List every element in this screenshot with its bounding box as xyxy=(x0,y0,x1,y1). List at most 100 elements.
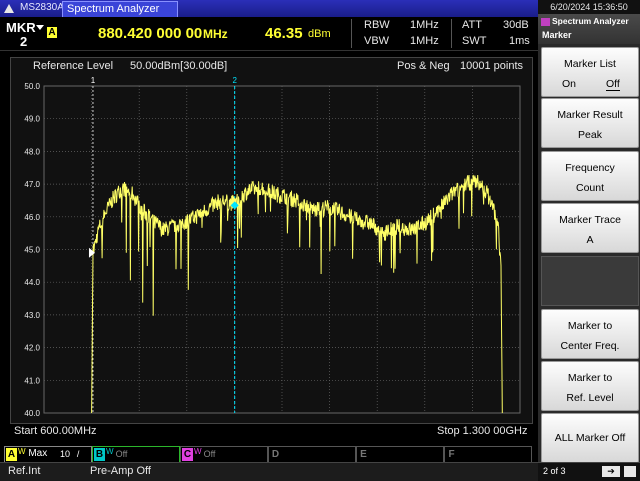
marker-label: MKR xyxy=(6,20,36,35)
vbw-label: VBW xyxy=(364,35,390,47)
trace-b-sub: W xyxy=(106,447,114,456)
all-marker-off-button[interactable]: ALL Marker Off xyxy=(541,413,639,463)
vbw-value: 1MHz xyxy=(410,35,439,47)
trace-b-status[interactable]: B W Off xyxy=(92,446,180,463)
marker-result-button[interactable]: Marker Result Peak xyxy=(541,98,639,148)
divider xyxy=(351,19,352,48)
rbw-label: RBW xyxy=(364,19,390,31)
spectrum-graph[interactable]: Reference Level 50.00dBm[30.00dB] Pos & … xyxy=(10,57,533,437)
frequency-count-label: Frequency xyxy=(565,162,615,174)
marker-frequency-unit: MHz xyxy=(203,27,228,41)
trace-a-count: 10 xyxy=(60,449,71,459)
spectrum-plot[interactable]: 50.0 49.0 48.0 47.0 46.0 45.0 44.0 43.0 42.0 41.0… xyxy=(11,58,532,423)
att-label: ATT xyxy=(462,19,482,31)
swt-label: SWT xyxy=(462,35,487,47)
marker-list-label: Marker List xyxy=(564,58,616,70)
marker-readout-header: MKR 2 A 880.420 000 00 MHz 46.35 dBm RBW… xyxy=(0,17,538,51)
panel-section-title: Marker xyxy=(542,30,572,40)
trace-a-slash: / xyxy=(76,449,80,459)
y-tick-labels: 50.0 49.0 48.0 47.0 46.0 45.0 44.0 43.0 42.0 41.0… xyxy=(24,82,40,418)
date-time: 6/20/2024 15:36:50 xyxy=(538,0,640,14)
empty-softkey xyxy=(541,256,639,306)
next-page-arrow-icon[interactable]: ➔ xyxy=(602,466,620,477)
app-tab[interactable]: Spectrum Analyzer xyxy=(62,1,178,18)
marker-to-ref-level-label: Marker to xyxy=(567,372,613,384)
marker-2-number: 2 xyxy=(232,76,237,85)
y-tick-label: 43.0 xyxy=(24,311,40,320)
frequency-count-value: Count xyxy=(575,182,605,194)
trace-b-letter: B xyxy=(94,448,105,461)
rbw-value: 1MHz xyxy=(410,19,439,31)
trace-a-mode: Max xyxy=(28,448,48,459)
trace-c-sub: W xyxy=(194,447,202,456)
marker-lines: 12 xyxy=(91,76,237,413)
marker-level: 46.35 xyxy=(265,25,303,42)
y-tick-label: 50.0 xyxy=(24,82,40,91)
trace-a-sub: W xyxy=(18,447,26,456)
marker-result-label: Marker Result xyxy=(557,109,623,121)
marker-to-center-button[interactable]: Marker to Center Freq. xyxy=(541,309,639,359)
marker-trace-badge: A xyxy=(47,27,57,38)
trace-e-letter: E xyxy=(360,449,367,460)
marker-dropdown-icon[interactable] xyxy=(36,25,44,30)
softkey-panel: 6/20/2024 15:36:50 Spectrum Analyzer Mar… xyxy=(538,0,640,481)
marker-trace-value: A xyxy=(586,234,594,246)
y-tick-label: 49.0 xyxy=(24,115,40,124)
marker-to-center-label: Marker to xyxy=(567,320,613,332)
marker-1-number: 1 xyxy=(91,76,96,85)
trace-status-row: AW Max 10 / 10 BWOff CWOff D E F xyxy=(0,445,538,473)
trace-a-letter: A xyxy=(6,448,17,461)
reference-source: Ref.Int xyxy=(8,465,41,477)
trace-b-mode: Off xyxy=(115,449,128,459)
trace-c-mode: Off xyxy=(203,449,216,459)
all-marker-off-label: ALL Marker Off xyxy=(554,432,626,444)
trace-c-status[interactable]: C W Off xyxy=(180,446,268,463)
marker-number: 2 xyxy=(20,34,28,49)
trace-f-status[interactable]: F xyxy=(444,446,532,463)
y-tick-label: 42.0 xyxy=(24,344,40,353)
return-icon[interactable] xyxy=(624,466,636,477)
y-tick-label: 45.0 xyxy=(24,246,40,255)
start-frequency: Start 600.00MHz xyxy=(14,425,97,437)
trace-e-status[interactable]: E xyxy=(356,446,444,463)
page-indicator: 2 of 3 xyxy=(543,466,566,476)
marker-list-off[interactable]: Off xyxy=(606,78,620,91)
marker-to-ref-level-button[interactable]: Marker to Ref. Level xyxy=(541,361,639,411)
trace-d-letter: D xyxy=(271,449,280,460)
y-tick-label: 46.0 xyxy=(24,213,40,222)
marker-to-center-value: Center Freq. xyxy=(560,340,620,352)
y-tick-label: 48.0 xyxy=(24,147,40,156)
marker-frequency: 880.420 000 00 xyxy=(98,25,203,42)
marker-list-button[interactable]: Marker List On Off xyxy=(541,47,639,97)
title-bar: MS2830A Spectrum Analyzer xyxy=(0,0,538,18)
trace-c-letter: C xyxy=(182,448,193,461)
marker-to-ref-level-value: Ref. Level xyxy=(566,392,614,404)
marker-trace-label: Marker Trace xyxy=(559,214,621,226)
frequency-count-button[interactable]: Frequency Count xyxy=(541,151,639,201)
marker-level-unit: dBm xyxy=(308,28,331,40)
marker-result-value: Peak xyxy=(578,129,602,141)
trace-d-status[interactable]: D xyxy=(268,446,356,463)
divider xyxy=(451,19,452,48)
page-indicator-bar: 2 of 3 ➔ xyxy=(538,462,640,481)
graticule xyxy=(43,85,521,414)
swt-value: 1ms xyxy=(509,35,530,47)
y-tick-label: 40.0 xyxy=(24,409,40,418)
marker-list-on[interactable]: On xyxy=(562,78,576,90)
panel-header: Spectrum Analyzer Marker xyxy=(538,14,640,44)
att-value: 30dB xyxy=(503,19,529,31)
marker-trace-button[interactable]: Marker Trace A xyxy=(541,203,639,253)
y-tick-label: 47.0 xyxy=(24,180,40,189)
trace-a xyxy=(91,174,503,414)
status-bar: Ref.Int Pre-Amp Off xyxy=(0,462,538,481)
panel-app-name: Spectrum Analyzer xyxy=(552,16,629,26)
model-name: MS2830A xyxy=(20,2,64,13)
stop-frequency: Stop 1.300 00GHz xyxy=(437,425,528,437)
preamp-status: Pre-Amp Off xyxy=(90,465,151,477)
trace-a-status[interactable]: AW Max 10 / 10 xyxy=(4,446,92,473)
anritsu-logo-icon xyxy=(4,4,14,13)
app-icon xyxy=(541,18,550,26)
y-tick-label: 41.0 xyxy=(24,376,40,385)
y-tick-label: 44.0 xyxy=(24,278,40,287)
trace-f-letter: F xyxy=(448,449,455,460)
